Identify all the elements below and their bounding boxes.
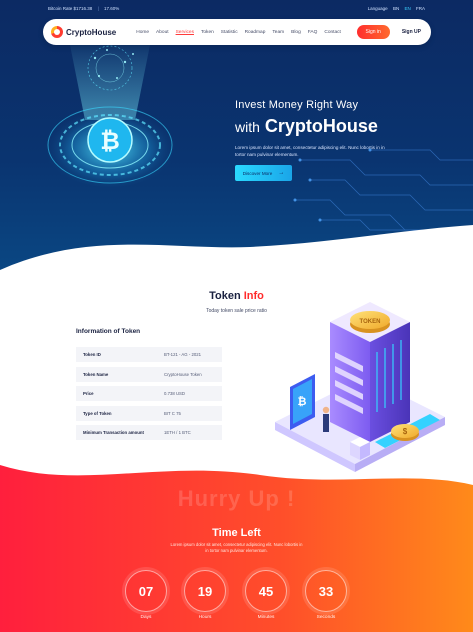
countdown-seconds: 33 Seconds <box>305 570 347 620</box>
signup-button[interactable]: Sign UP <box>402 29 421 35</box>
table-row: Price 0.738 USD <box>76 386 222 401</box>
svg-text:$: $ <box>403 427 408 436</box>
separator: | <box>97 5 99 11</box>
logo-icon <box>51 26 63 38</box>
row-value: 1ETH / 1 BTC <box>164 430 191 435</box>
nav-item-about[interactable]: About <box>156 30 169 35</box>
countdown-days: 07 Days <box>125 570 167 620</box>
seconds-value: 33 <box>305 570 347 612</box>
lang-en[interactable]: EN <box>404 6 410 11</box>
nav-item-contact[interactable]: Contact <box>324 30 341 35</box>
arrow-right-icon: → <box>278 170 285 176</box>
hero-title-with: with <box>235 119 260 135</box>
countdown-hours: 19 Hours <box>184 570 226 620</box>
hero-title-line2: with CryptoHouse <box>235 116 378 137</box>
hero-section: Bitcoin Rate $1716.38 | 17.60% Language … <box>0 0 473 290</box>
token-title-main: Token <box>209 290 241 302</box>
lang-bn[interactable]: BN <box>393 6 399 11</box>
crypto-building-illustration: TOKEN ₿ $ <box>275 302 445 472</box>
nav-item-blog[interactable]: Blog <box>291 30 301 35</box>
rate-info: Bitcoin Rate $1716.38 | 17.60% <box>48 6 123 11</box>
svg-text:₿: ₿ <box>100 128 120 155</box>
nav-menu: Home About Services Token Statistic Road… <box>136 30 356 35</box>
table-row: Minimum Transaction amount 1ETH / 1 BTC <box>76 425 222 440</box>
days-value: 07 <box>125 570 167 612</box>
minutes-label: Minutes <box>257 615 275 620</box>
hours-label: Hours <box>198 615 212 620</box>
discover-label: Discover More <box>242 170 273 176</box>
hero-title-brand: CryptoHouse <box>264 116 378 136</box>
row-key: Token ID <box>83 352 101 357</box>
lang-fra[interactable]: FRA <box>416 6 425 11</box>
nav-item-faq[interactable]: FAQ <box>308 30 318 35</box>
brand-logo[interactable]: CryptoHouse <box>51 26 116 38</box>
nav-item-roadmap[interactable]: Roadmap <box>245 30 266 35</box>
bitcoin-hologram-icon: ₿ <box>42 45 178 187</box>
svg-text:TOKEN: TOKEN <box>360 319 381 325</box>
nav-item-services[interactable]: Services <box>176 30 194 35</box>
nav-item-home[interactable]: Home <box>136 30 149 35</box>
nav-item-statistic[interactable]: Statistic <box>221 30 238 35</box>
language-switcher: Language BN EN FRA <box>364 6 425 11</box>
row-key: Token Name <box>83 371 109 377</box>
time-left-description: Lorem ipsum dolor sit amet, consectetur … <box>170 542 303 553</box>
token-info-table: Token ID BT-121 - AG - 2021 Token Name C… <box>76 347 222 445</box>
discover-more-button[interactable]: Discover More → <box>235 165 292 181</box>
language-label: Language <box>367 5 388 11</box>
info-heading: Information of Token <box>76 328 141 335</box>
signin-button[interactable]: Sign in <box>356 25 390 39</box>
row-key: Price <box>83 391 94 396</box>
table-row: Token ID BT-121 - AG - 2021 <box>76 347 222 362</box>
row-value: CryptoHouse Token <box>164 371 202 377</box>
hours-value: 19 <box>184 570 226 612</box>
row-value: BT-121 - AG - 2021 <box>164 352 202 357</box>
minutes-value: 45 <box>245 570 287 612</box>
nav-item-token[interactable]: Token <box>201 30 214 35</box>
hero-wave-divider <box>0 225 473 290</box>
seconds-label: Seconds <box>316 615 336 620</box>
row-value: 0.738 USD <box>164 391 186 396</box>
brand-name: CryptoHouse <box>66 27 117 37</box>
table-row: Type of Token BIT C 75 <box>76 405 222 421</box>
row-key: Type of Token <box>83 410 112 416</box>
hero-title-line1: Invest Money Right Way <box>235 99 359 111</box>
bitcoin-rate: Bitcoin Rate $1716.38 <box>48 5 93 11</box>
svg-text:₿: ₿ <box>298 396 307 408</box>
time-left-title: Time Left <box>212 527 261 539</box>
row-value: BIT C 75 <box>164 410 181 416</box>
hurry-up-watermark: Hurry Up ! <box>177 486 296 511</box>
countdown-minutes: 45 Minutes <box>245 570 287 620</box>
rate-change: 17.60% <box>104 5 120 11</box>
top-info-bar: Bitcoin Rate $1716.38 | 17.60% Language … <box>0 0 473 16</box>
days-label: Days <box>140 615 152 620</box>
table-row: Token Name CryptoHouse Token <box>76 366 222 382</box>
nav-item-team[interactable]: Team <box>272 30 284 35</box>
row-key: Minimum Transaction amount <box>83 430 144 435</box>
